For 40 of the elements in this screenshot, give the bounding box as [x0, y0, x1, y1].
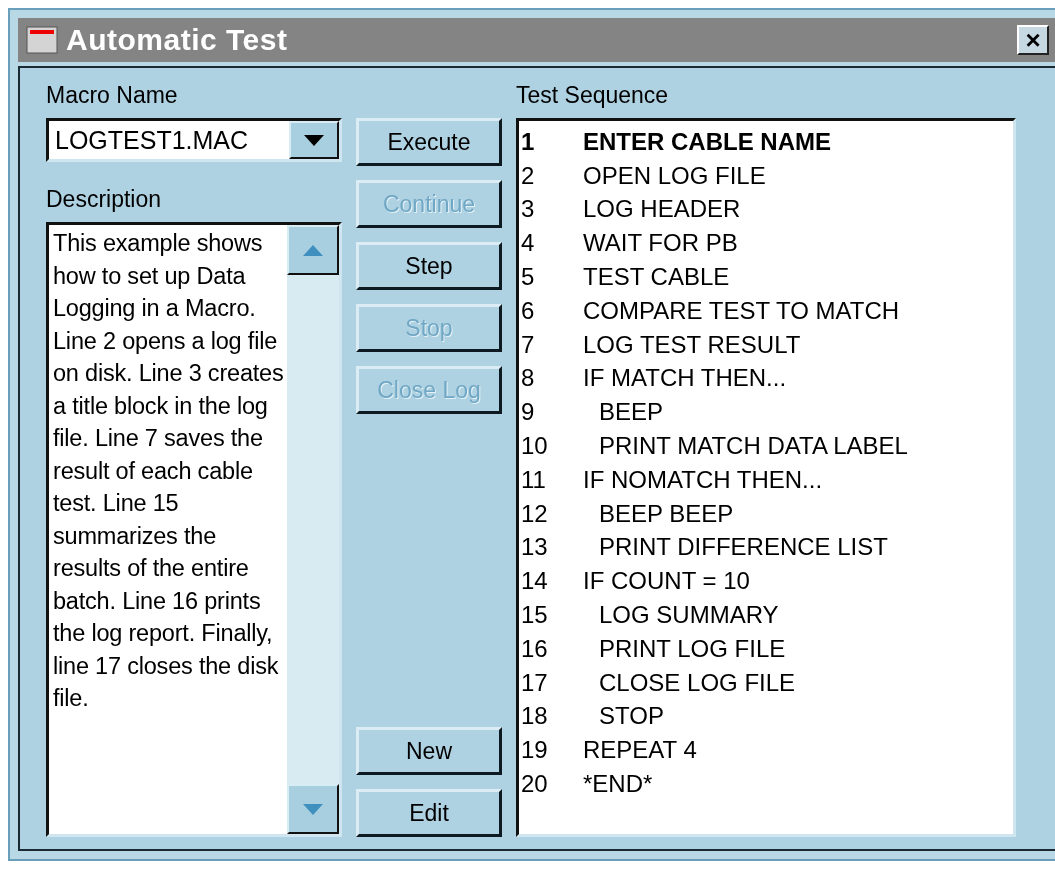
sequence-line[interactable]: 20 *END* [521, 767, 1013, 801]
sequence-line[interactable]: 3 LOG HEADER [521, 192, 1013, 227]
field-label: Macro Name [46, 81, 179, 110]
sequence-line[interactable]: 13 PRINT DIFFERENCE LIST [521, 530, 1013, 565]
sequence-line[interactable]: 15 LOG SUMMARY [521, 598, 1013, 632]
window-icon [26, 26, 58, 54]
dialog-button[interactable]: Execute [356, 118, 502, 166]
sequence-line[interactable]: 8 IF MATCH THEN... [521, 361, 1013, 396]
sequence-line[interactable]: 5 TEST CABLE [521, 260, 1013, 294]
sequence-line[interactable]: 12 BEEP BEEP [521, 496, 1013, 531]
field-label: Description [46, 185, 163, 214]
sequence-line[interactable]: 10 PRINT MATCH DATA LABEL [521, 429, 1013, 463]
sequence-line[interactable]: 6 COMPARE TEST TO MATCH [521, 294, 1013, 328]
window-title: Automatic Test [66, 23, 289, 57]
up-arrow-icon [303, 244, 323, 256]
dialog-button[interactable]: Edit [356, 789, 502, 837]
sequence-line[interactable]: 4 WAIT FOR PB [521, 226, 1013, 261]
sequence-line[interactable]: 19 REPEAT 4 [521, 733, 1013, 768]
sequence-line[interactable]: 16 PRINT LOG FILE [521, 631, 1013, 666]
sequence-line[interactable]: 1 ENTER CABLE NAME [521, 125, 1013, 159]
sequence-line[interactable]: 18 STOP [521, 699, 1013, 734]
dialog-button[interactable]: New [356, 727, 502, 775]
sequence-line[interactable]: 7 LOG TEST RESULT [521, 327, 1013, 362]
close-button[interactable]: × [1017, 25, 1049, 55]
sequence-line[interactable]: 11 IF NOMATCH THEN... [521, 462, 1013, 497]
down-arrow-icon [303, 803, 323, 815]
scroll-up-button[interactable] [287, 225, 339, 275]
scroll-down-button[interactable] [287, 784, 339, 834]
sequence-line[interactable]: 17 CLOSE LOG FILE [521, 665, 1013, 700]
dropdown-button[interactable] [289, 121, 339, 159]
description-box[interactable]: This example shows how to set up Data Logging in a Macro. Line 2 opens a log file on disk. Line 3 creates a title block in the log file. Line 7 saves the result of each cable test. Line 15 summarizes the results of the entire batch. Line 16 prints the log report. Finally, line 17 closes the disk file. [46, 222, 342, 837]
test-sequence-list[interactable] [516, 118, 1016, 837]
sequence-line[interactable]: 14 IF COUNT = 10 [521, 564, 1013, 599]
sequence-line[interactable]: 2 OPEN LOG FILE [521, 158, 1013, 193]
dialog-button[interactable]: Step [356, 242, 502, 290]
sequence-line[interactable]: 9 BEEP [521, 395, 1013, 430]
caret-icon [304, 134, 324, 146]
field-label: Test Sequence [516, 81, 670, 110]
macro-name-dropdown[interactable]: LOGTEST1.MAC [46, 118, 342, 162]
scrollbar[interactable] [287, 225, 339, 834]
